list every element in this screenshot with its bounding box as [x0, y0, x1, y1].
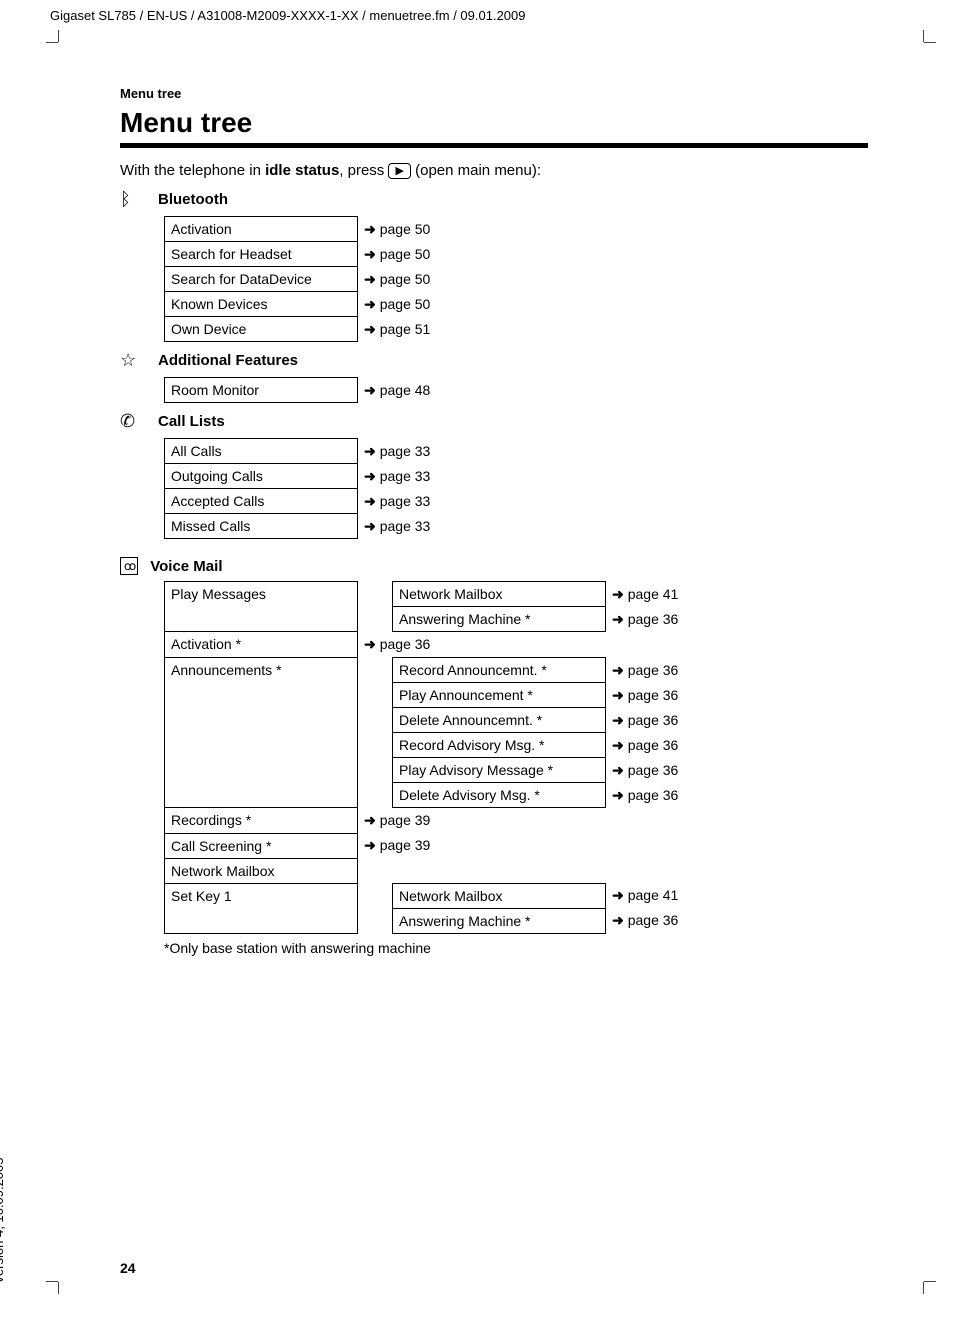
table-row: Search for Headset➜page 50 [165, 242, 461, 267]
table-row: Recordings * ➜page 39 [165, 808, 709, 834]
page-ref: ➜page 36 [606, 908, 709, 933]
sub-item: Record Advisory Msg. * [393, 733, 606, 758]
menu-item: Recordings * [165, 808, 358, 834]
intro-suffix: (open main menu): [411, 162, 541, 179]
sub-item: Answering Machine * [393, 607, 606, 632]
menu-item: All Calls [165, 439, 358, 464]
page-ref: ➜page 36 [606, 607, 709, 632]
menu-item: Own Device [165, 317, 358, 342]
page-ref: ➜page 50 [358, 217, 461, 242]
sub-item: Play Advisory Message * [393, 758, 606, 783]
bluetooth-section: ᛒ Bluetooth Activation➜page 50 Search fo… [120, 189, 868, 342]
bluetooth-label: Bluetooth [158, 191, 228, 208]
menu-item: Activation * [165, 632, 358, 658]
table-row: All Calls➜page 33 [165, 439, 461, 464]
voicemail-icon: ꚙ [120, 557, 138, 575]
page-ref: ➜page 33 [358, 439, 461, 464]
page-ref: ➜page 36 [606, 783, 709, 808]
menu-item: Search for Headset [165, 242, 358, 267]
page-ref: ➜page 36 [606, 758, 709, 783]
page-ref: ➜page 33 [358, 489, 461, 514]
additional-features-section: ☆ Additional Features Room Monitor➜page … [120, 350, 868, 403]
sub-item: Play Announcement * [393, 683, 606, 708]
voice-mail-label: Voice Mail [150, 558, 222, 575]
call-lists-section: ✆ Call Lists All Calls➜page 33 Outgoing … [120, 411, 868, 539]
intro-mid: , press [339, 162, 388, 179]
sub-item: Delete Announcemnt. * [393, 708, 606, 733]
table-row: Search for DataDevice➜page 50 [165, 267, 461, 292]
phone-icon: ✆ [120, 411, 158, 432]
voice-mail-section: ꚙ Voice Mail Play Messages Network Mailb… [120, 557, 868, 956]
menu-item: Activation [165, 217, 358, 242]
star-icon: ☆ [120, 350, 158, 371]
table-row: Set Key 1 Network Mailbox ➜page 41 [165, 883, 709, 908]
page-ref: ➜page 51 [358, 317, 461, 342]
sub-item: Network Mailbox [393, 883, 606, 908]
table-row: Play Messages Network Mailbox ➜page 41 [165, 582, 709, 607]
call-lists-label: Call Lists [158, 413, 225, 430]
menu-item: Known Devices [165, 292, 358, 317]
table-row: Room Monitor➜page 48 [165, 378, 461, 403]
sub-item: Delete Advisory Msg. * [393, 783, 606, 808]
table-row: Activation➜page 50 [165, 217, 461, 242]
page-ref: ➜page 41 [606, 582, 709, 607]
page-number: 24 [120, 1260, 136, 1276]
table-row: Outgoing Calls➜page 33 [165, 464, 461, 489]
table-row: Activation * ➜page 36 [165, 632, 709, 658]
intro-prefix: With the telephone in [120, 162, 265, 179]
menu-item: Announcements * [165, 658, 358, 808]
intro-text: With the telephone in idle status, press… [120, 162, 868, 179]
menu-item: Set Key 1 [165, 883, 358, 933]
page-ref: ➜page 36 [606, 658, 709, 683]
page-ref: ➜page 36 [606, 683, 709, 708]
page-ref: ➜page 36 [606, 733, 709, 758]
menu-item: Outgoing Calls [165, 464, 358, 489]
page-ref: ➜page 48 [358, 378, 461, 403]
main-menu-key-icon: ▶ [388, 163, 410, 179]
table-row: Call Screening * ➜page 39 [165, 833, 709, 858]
page-ref: ➜page 39 [358, 808, 606, 834]
table-row: Announcements * Record Announcemnt. * ➜p… [165, 658, 709, 683]
page-ref: ➜page 33 [358, 514, 461, 539]
voice-mail-table: Play Messages Network Mailbox ➜page 41 A… [164, 581, 708, 934]
footnote: *Only base station with answering machin… [164, 940, 868, 956]
table-row: Own Device➜page 51 [165, 317, 461, 342]
menu-item: Network Mailbox [165, 858, 358, 883]
additional-features-label: Additional Features [158, 352, 298, 369]
table-row: Accepted Calls➜page 33 [165, 489, 461, 514]
additional-table: Room Monitor➜page 48 [164, 377, 460, 403]
page-title: Menu tree [120, 107, 868, 139]
title-rule [120, 143, 868, 148]
sub-item: Record Announcemnt. * [393, 658, 606, 683]
sub-item: Answering Machine * [393, 908, 606, 933]
table-row: Missed Calls➜page 33 [165, 514, 461, 539]
page-ref: ➜page 39 [358, 833, 606, 858]
page-ref: ➜page 36 [358, 632, 606, 658]
page-ref: ➜page 50 [358, 267, 461, 292]
bluetooth-icon: ᛒ [120, 189, 158, 210]
intro-bold: idle status [265, 162, 339, 179]
menu-item: Missed Calls [165, 514, 358, 539]
menu-item: Call Screening * [165, 833, 358, 858]
page-ref: ➜page 36 [606, 708, 709, 733]
menu-item: Room Monitor [165, 378, 358, 403]
version-text: Version 4, 16.09.2005 [0, 1158, 6, 1285]
menu-item: Play Messages [165, 582, 358, 632]
page-ref: ➜page 41 [606, 883, 709, 908]
table-row: Network Mailbox [165, 858, 709, 883]
menu-item: Search for DataDevice [165, 267, 358, 292]
sub-item: Network Mailbox [393, 582, 606, 607]
page-ref: ➜page 50 [358, 292, 461, 317]
connector [358, 582, 393, 607]
page-ref: ➜page 50 [358, 242, 461, 267]
call-lists-table: All Calls➜page 33 Outgoing Calls➜page 33… [164, 438, 461, 539]
running-head: Menu tree [120, 86, 868, 101]
bluetooth-table: Activation➜page 50 Search for Headset➜pa… [164, 216, 461, 342]
menu-item: Accepted Calls [165, 489, 358, 514]
page-ref: ➜page 33 [358, 464, 461, 489]
table-row: Known Devices➜page 50 [165, 292, 461, 317]
